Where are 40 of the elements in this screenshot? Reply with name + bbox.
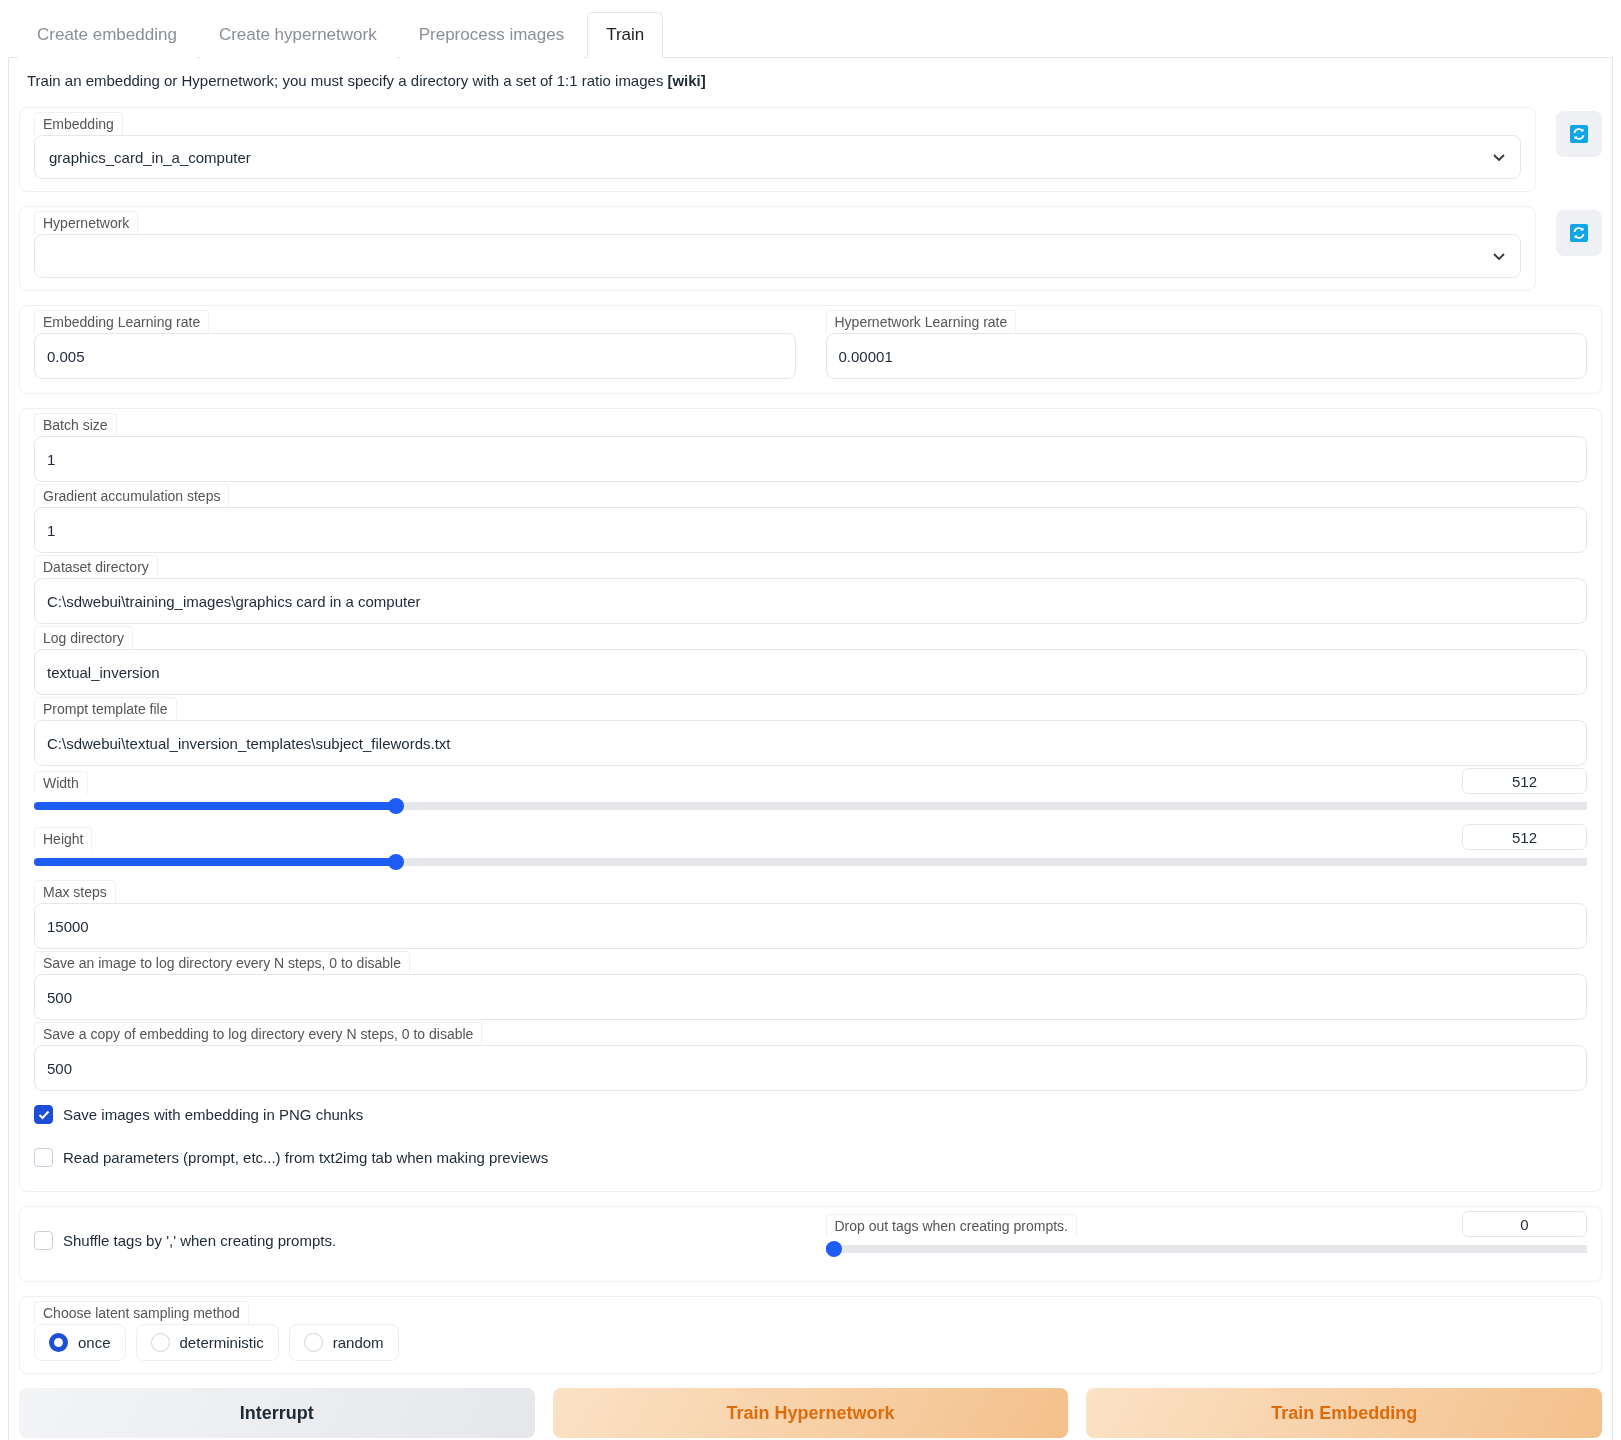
field-label: Height <box>34 827 93 850</box>
number-field[interactable]: 512 <box>1462 768 1587 794</box>
text-field[interactable]: C:\sdwebui\training_images\graphics card in a computer <box>34 578 1587 624</box>
slider-thumb[interactable] <box>387 798 404 814</box>
radio-option[interactable]: once <box>34 1324 126 1361</box>
text-field[interactable]: 15000 <box>34 903 1587 949</box>
checkbox-label: Shuffle tags by ',' when creating prompts. <box>63 1231 337 1249</box>
text-field[interactable]: C:\sdwebui\textual_inversion_templates\subject_filewords.txt <box>34 720 1587 766</box>
chevron-down-icon <box>1492 152 1506 162</box>
number-field[interactable]: 0 <box>1462 1211 1587 1237</box>
description-text: Train an embedding or Hypernetwork; you must specify a directory with a set of 1:1 ratio images [wiki] <box>27 72 707 89</box>
field-label: Embedding <box>34 112 123 135</box>
radio-option[interactable]: deterministic <box>135 1324 279 1361</box>
radio-option[interactable]: random <box>288 1324 399 1361</box>
action-button[interactable]: Interrupt <box>19 1388 535 1438</box>
checkbox-label: Save images with embedding in PNG chunks <box>63 1106 364 1123</box>
checkbox-label: Read parameters (prompt, etc...) from txt2img tab when making previews <box>63 1149 549 1166</box>
dropdown[interactable]: graphics_card_in_a_computer <box>34 135 1521 179</box>
field-label: Width <box>34 771 88 794</box>
text-field[interactable]: 1 <box>34 507 1587 553</box>
tab[interactable]: Train <box>587 12 664 58</box>
text-field[interactable]: 500 <box>34 1045 1587 1091</box>
refresh-icon <box>1570 224 1588 242</box>
field-label: Hypernetwork <box>34 211 139 234</box>
text-field[interactable]: 1 <box>34 436 1587 482</box>
field-label: Drop out tags when creating prompts. <box>825 1214 1077 1237</box>
refresh-button[interactable] <box>1556 210 1602 256</box>
slider-thumb[interactable] <box>825 1241 842 1257</box>
chevron-down-icon <box>1492 251 1506 261</box>
number-field[interactable]: 512 <box>1462 824 1587 850</box>
text-field[interactable]: 0.005 <box>34 333 796 379</box>
refresh-icon <box>1570 125 1588 143</box>
text-field[interactable]: 500 <box>34 974 1587 1020</box>
text-field[interactable]: 0.00001 <box>825 333 1587 379</box>
slider-thumb[interactable] <box>387 854 404 870</box>
checkbox[interactable] <box>34 1105 53 1124</box>
text-field[interactable]: textual_inversion <box>34 649 1587 695</box>
checkmark-icon <box>37 1109 50 1120</box>
wiki-link[interactable]: [wiki] <box>667 72 706 89</box>
refresh-button[interactable] <box>1556 111 1602 157</box>
